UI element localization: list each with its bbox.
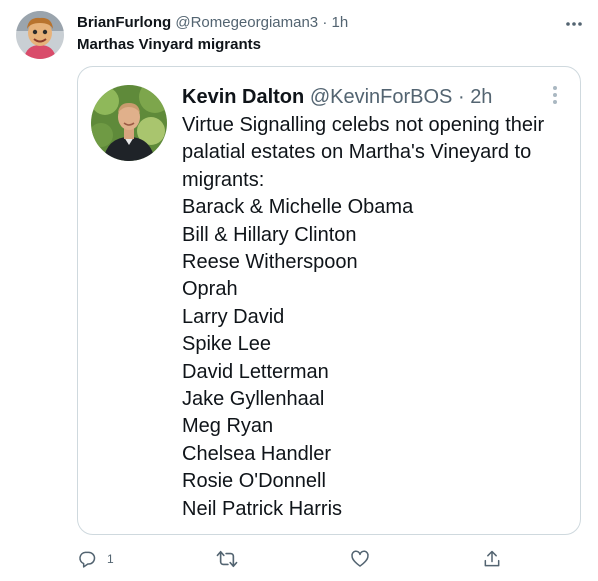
quoted-text-line: Neil Patrick Harris bbox=[182, 497, 343, 520]
author-name[interactable]: BrianFurlong bbox=[77, 14, 171, 31]
quoted-more-button[interactable] bbox=[547, 83, 563, 107]
tweet-actions: 1 bbox=[0, 544, 598, 574]
quoted-text-line: Meg Ryan bbox=[182, 415, 274, 438]
author-avatar[interactable] bbox=[16, 11, 64, 59]
more-button[interactable] bbox=[562, 14, 586, 34]
quoted-tweet[interactable]: Kevin Dalton @KevinForBOS · 2h Virtue Si… bbox=[77, 66, 581, 535]
quoted-tweet-header: Kevin Dalton @KevinForBOS · 2h bbox=[182, 84, 492, 110]
quoted-text-line: Rosie O'Donnell bbox=[182, 470, 326, 493]
retweet-icon bbox=[216, 550, 238, 568]
quoted-author-handle[interactable]: @KevinForBOS bbox=[310, 86, 453, 108]
tweet-time[interactable]: 1h bbox=[332, 14, 349, 31]
quoted-author-avatar-image bbox=[91, 85, 167, 161]
quoted-text-line: Reese Witherspoon bbox=[182, 251, 358, 274]
more-horizontal-icon bbox=[566, 22, 582, 26]
quoted-text-line: Virtue Signalling celebs not opening the… bbox=[182, 114, 545, 136]
quoted-text-line: Barack & Michelle Obama bbox=[182, 196, 414, 219]
tweet-header: BrianFurlong @Romegeorgiaman3 · 1h bbox=[77, 13, 348, 33]
reply-count: 1 bbox=[107, 552, 114, 566]
reply-icon bbox=[79, 551, 96, 568]
tweet-text: Marthas Vinyard migrants bbox=[77, 36, 261, 53]
quoted-text-line: Chelsea Handler bbox=[182, 442, 331, 465]
like-icon bbox=[351, 550, 369, 567]
quoted-header-separator: · bbox=[457, 86, 465, 108]
quoted-text-line: Larry David bbox=[182, 305, 285, 328]
reply-button[interactable]: 1 bbox=[77, 548, 114, 570]
quoted-text-line: Spike Lee bbox=[182, 333, 271, 356]
like-button[interactable] bbox=[350, 548, 370, 570]
author-avatar-image bbox=[16, 11, 64, 59]
quoted-text-line: David Letterman bbox=[182, 360, 329, 383]
quoted-text-line: Bill & Hillary Clinton bbox=[182, 223, 357, 246]
quoted-tweet-time[interactable]: 2h bbox=[470, 86, 492, 108]
retweet-button[interactable] bbox=[216, 548, 238, 570]
more-vertical-icon bbox=[553, 86, 557, 104]
quoted-text-line: migrants: bbox=[182, 168, 265, 191]
quoted-text-line: Jake Gyllenhaal bbox=[182, 388, 325, 411]
quoted-text-line: Oprah bbox=[182, 278, 238, 301]
share-icon bbox=[484, 550, 500, 567]
quoted-author-avatar[interactable] bbox=[91, 85, 167, 161]
quoted-author-name[interactable]: Kevin Dalton bbox=[182, 86, 304, 108]
share-button[interactable] bbox=[482, 548, 502, 570]
quoted-tweet-text: Virtue Signalling celebs not opening the… bbox=[182, 112, 574, 523]
quoted-text-line: palatial estates on Martha's Vineyard to bbox=[182, 141, 532, 164]
header-separator: · bbox=[322, 14, 328, 31]
tweet[interactable]: BrianFurlong @Romegeorgiaman3 · 1h Marth… bbox=[0, 0, 598, 581]
author-handle[interactable]: @Romegeorgiaman3 bbox=[175, 14, 318, 31]
